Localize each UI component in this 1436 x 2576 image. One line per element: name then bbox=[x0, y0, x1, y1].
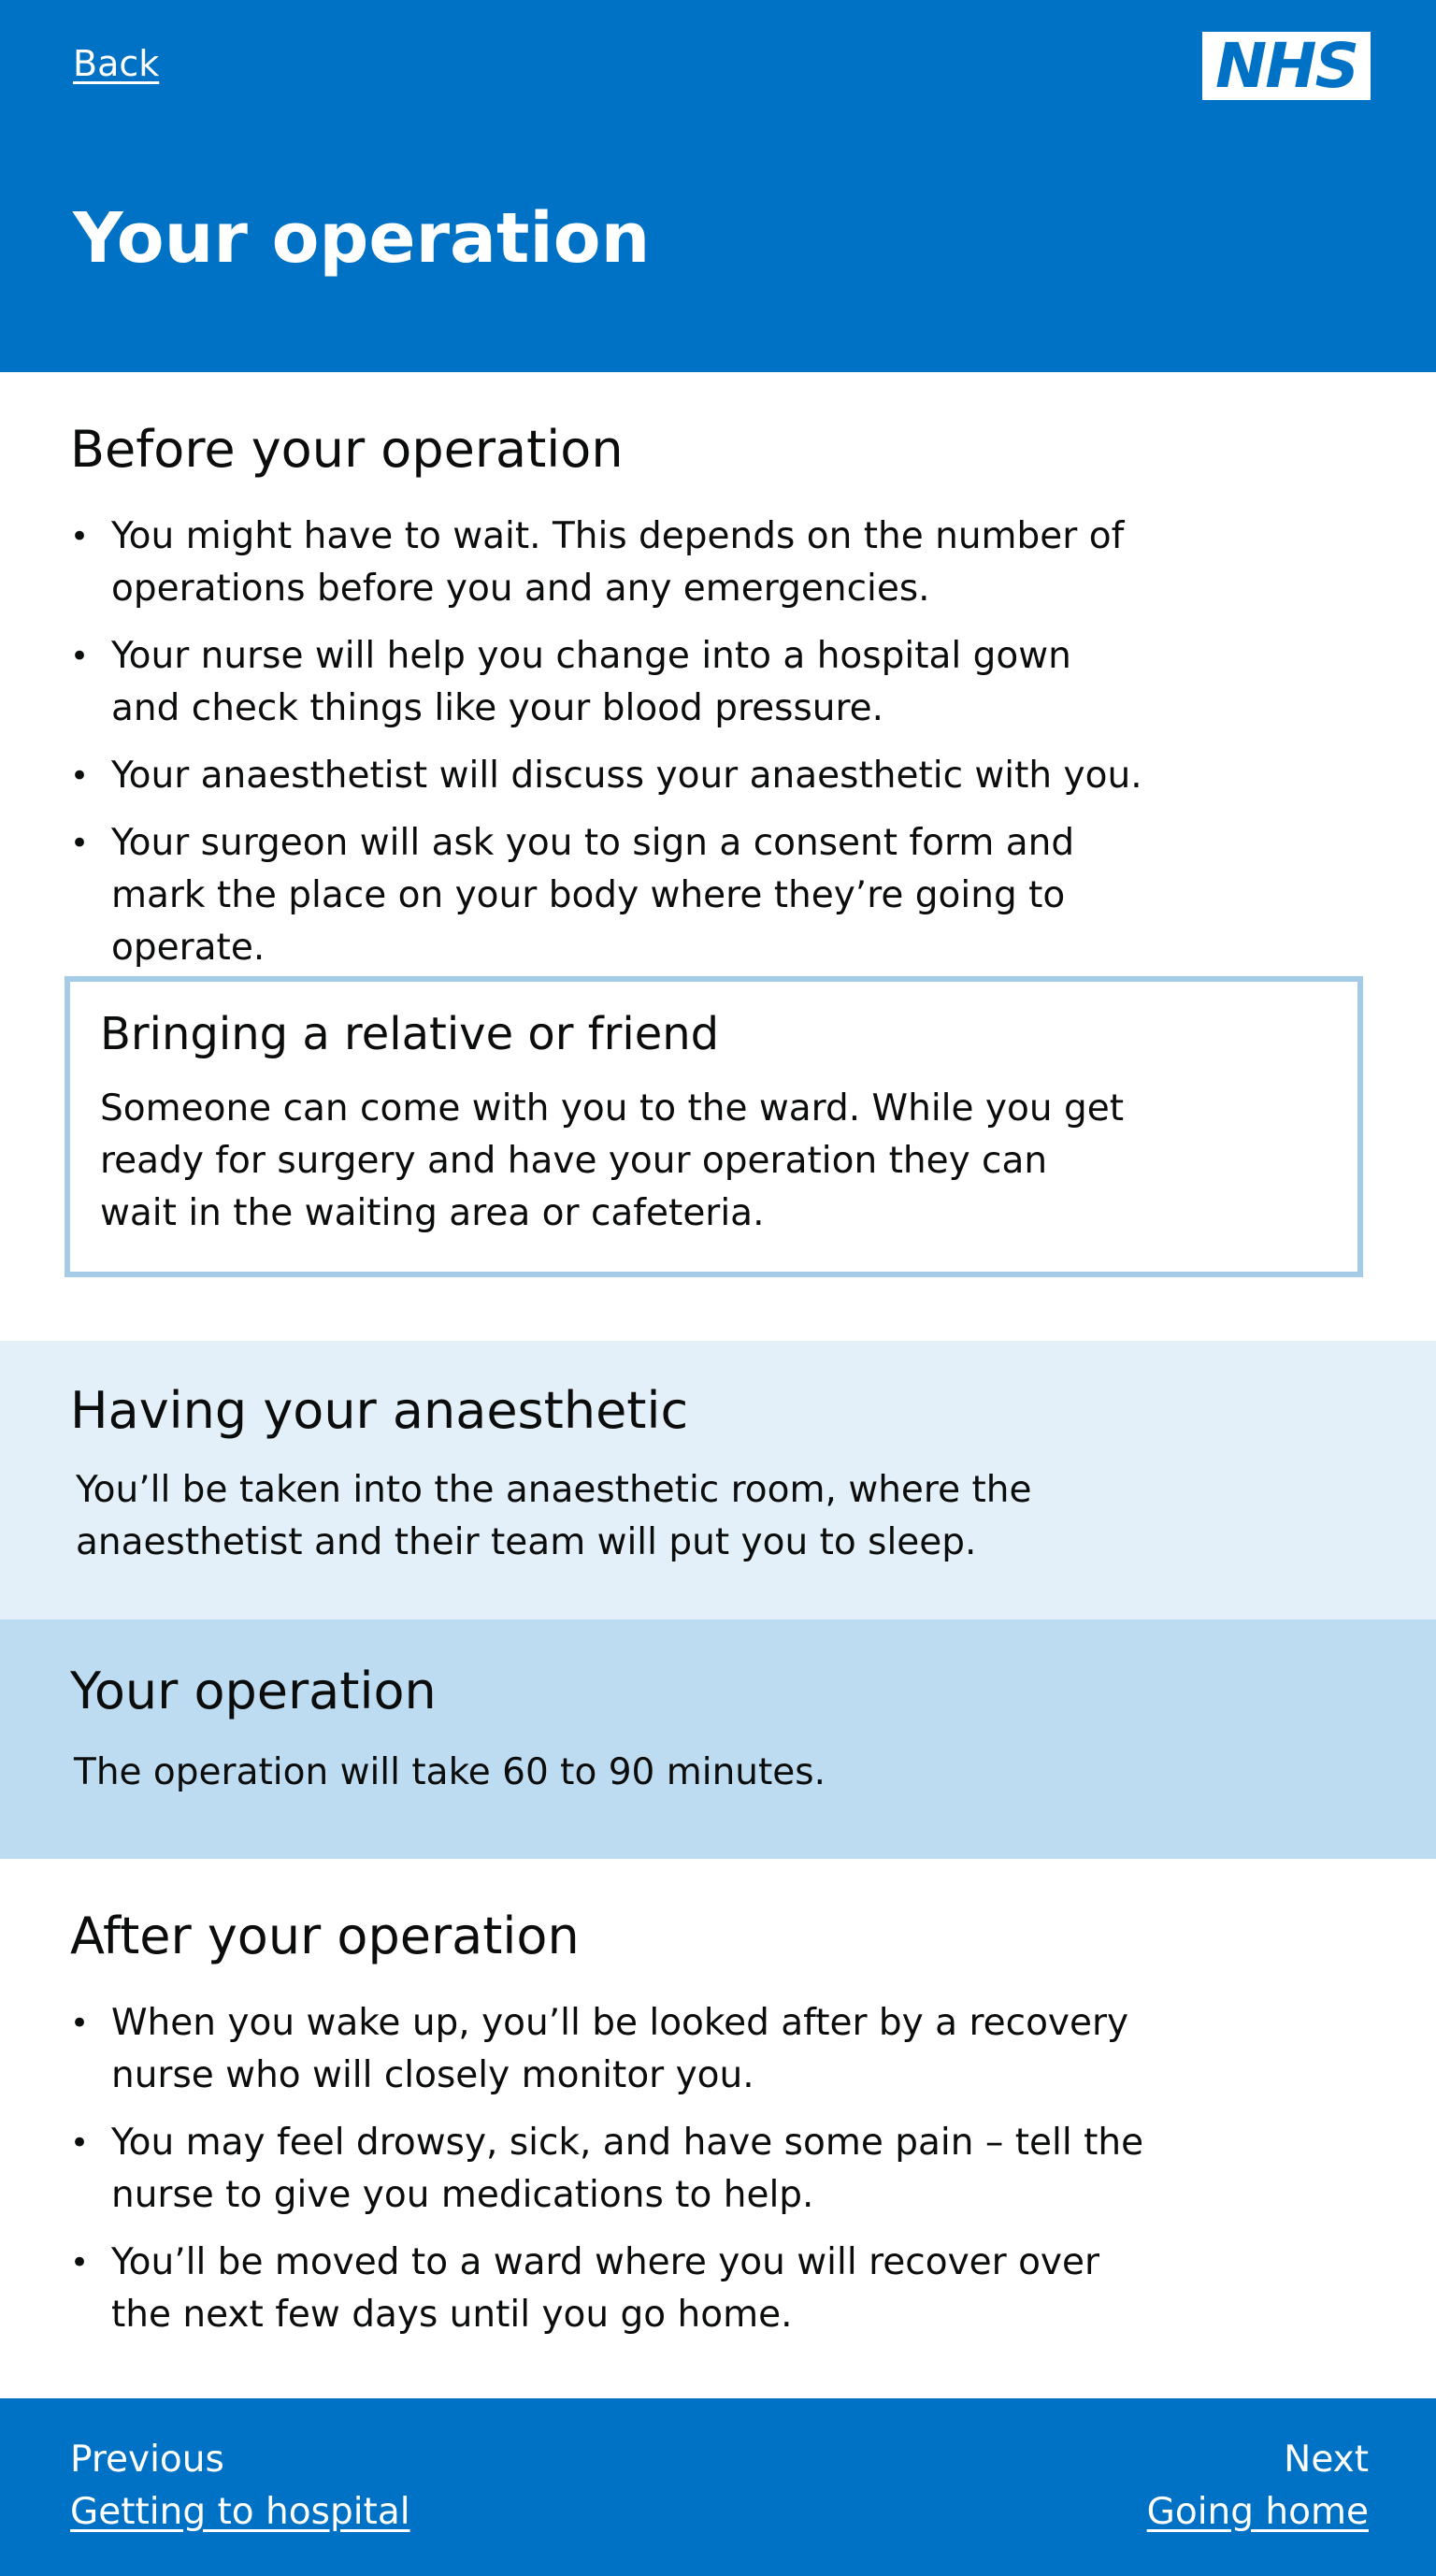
callout-text: Someone can come with you to the ward. W… bbox=[100, 1087, 1124, 1234]
list-item: You may feel drowsy, sick, and have some… bbox=[70, 2117, 1145, 2222]
anaesthetic-heading: Having your anaesthetic bbox=[70, 1381, 689, 1440]
nhs-logo: NHS bbox=[1202, 32, 1371, 100]
page-title: Your operation bbox=[73, 198, 651, 279]
operation-heading: Your operation bbox=[70, 1662, 437, 1720]
anaesthetic-text: You’ll be taken into the anaesthetic roo… bbox=[76, 1469, 1032, 1564]
previous-page-link[interactable]: Getting to hospital bbox=[70, 2486, 410, 2539]
next-label: Next bbox=[1284, 2439, 1369, 2481]
list-item: Your anaesthetist will discuss your anae… bbox=[70, 750, 1145, 802]
previous-label: Previous bbox=[70, 2439, 224, 2481]
after-operation-list: When you wake up, you’ll be looked after… bbox=[70, 1997, 1379, 2341]
back-link[interactable]: Back bbox=[73, 43, 159, 84]
header: Back NHS Your operation bbox=[0, 0, 1436, 372]
list-item: When you wake up, you’ll be looked after… bbox=[70, 1997, 1145, 2102]
after-operation-heading: After your operation bbox=[70, 1907, 580, 1965]
list-item: Your surgeon will ask you to sign a cons… bbox=[70, 817, 1145, 974]
next-nav: Next Going home bbox=[1147, 2434, 1369, 2539]
next-page-link[interactable]: Going home bbox=[1147, 2486, 1369, 2539]
callout-heading: Bringing a relative or friend bbox=[100, 1008, 720, 1060]
list-item: You’ll be moved to a ward where you will… bbox=[70, 2237, 1145, 2341]
before-operation-list: You might have to wait. This depends on … bbox=[70, 511, 1379, 974]
previous-nav: Previous Getting to hospital bbox=[70, 2434, 410, 2539]
page: Back NHS Your operation Before your oper… bbox=[0, 0, 1436, 2576]
relative-friend-callout: Bringing a relative or friend Someone ca… bbox=[65, 976, 1363, 1277]
operation-text: The operation will take 60 to 90 minutes… bbox=[74, 1751, 826, 1794]
list-item: Your nurse will help you change into a h… bbox=[70, 630, 1145, 735]
after-operation-section: After your operation When you wake up, y… bbox=[70, 1907, 1379, 2356]
footer-navigation: Previous Getting to hospital Next Going … bbox=[0, 2398, 1436, 2576]
nhs-logo-text: NHS bbox=[1214, 29, 1359, 102]
before-operation-heading: Before your operation bbox=[70, 420, 624, 479]
anaesthetic-section: Having your anaesthetic You’ll be taken … bbox=[0, 1341, 1436, 1619]
operation-section: Your operation The operation will take 6… bbox=[0, 1619, 1436, 1859]
list-item: You might have to wait. This depends on … bbox=[70, 511, 1145, 615]
before-operation-section: Before your operation You might have to … bbox=[70, 420, 1379, 989]
